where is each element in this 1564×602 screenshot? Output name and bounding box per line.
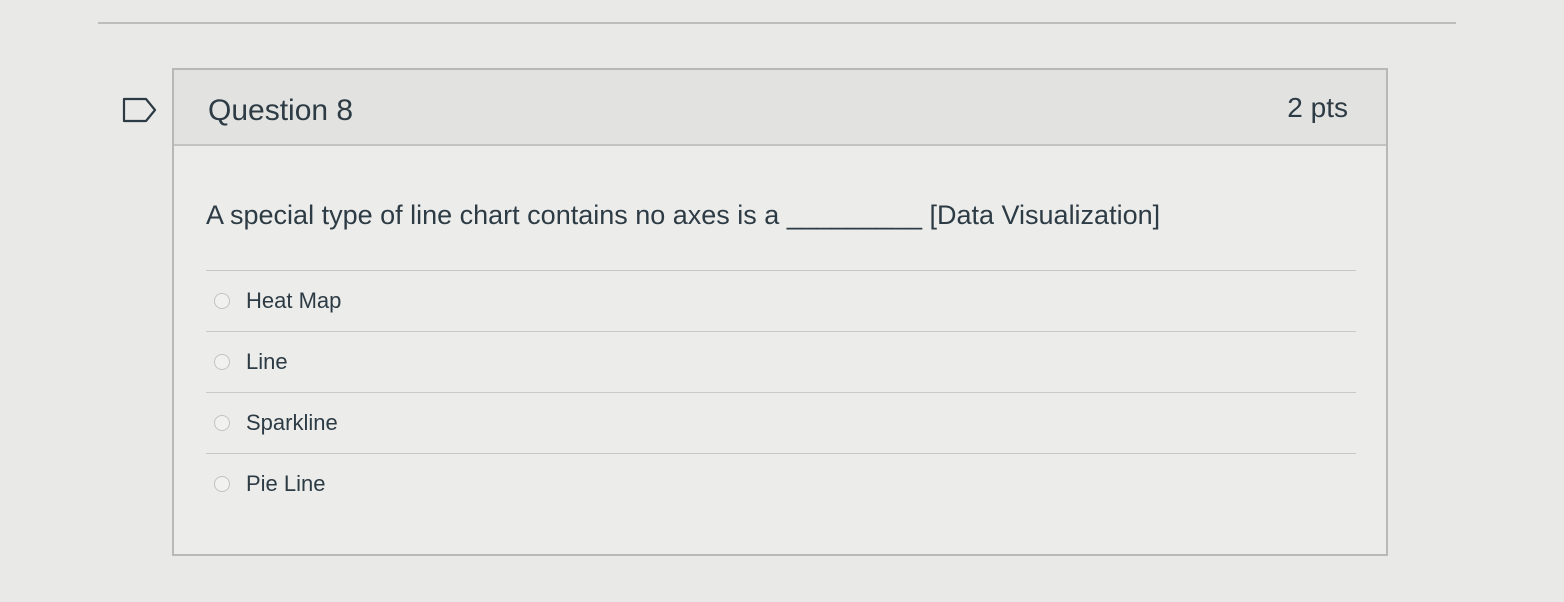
question-text: A special type of line chart contains no… — [206, 200, 1161, 230]
flag-question-icon[interactable] — [122, 97, 158, 123]
radio-button[interactable] — [214, 293, 230, 309]
answer-label: Heat Map — [246, 288, 342, 313]
answer-label: Sparkline — [246, 410, 338, 435]
question-title: Question 8 — [208, 94, 354, 127]
answer-list: Heat Map Line Sparkline Pie Line — [206, 270, 1356, 515]
answer-label: Pie Line — [246, 471, 326, 496]
question-header: Question 8 2 pts — [174, 70, 1386, 146]
answer-label: Line — [246, 349, 288, 374]
answer-option-pie-line[interactable]: Pie Line — [206, 454, 1356, 515]
question-points: 2 pts — [1287, 92, 1348, 123]
top-divider — [98, 22, 1456, 24]
answer-option-sparkline[interactable]: Sparkline — [206, 393, 1356, 454]
question-card: Question 8 2 pts A special type of line … — [172, 68, 1388, 556]
radio-button[interactable] — [214, 476, 230, 492]
radio-button[interactable] — [214, 415, 230, 431]
answer-option-line[interactable]: Line — [206, 332, 1356, 393]
answer-option-heat-map[interactable]: Heat Map — [206, 271, 1356, 332]
radio-button[interactable] — [214, 354, 230, 370]
